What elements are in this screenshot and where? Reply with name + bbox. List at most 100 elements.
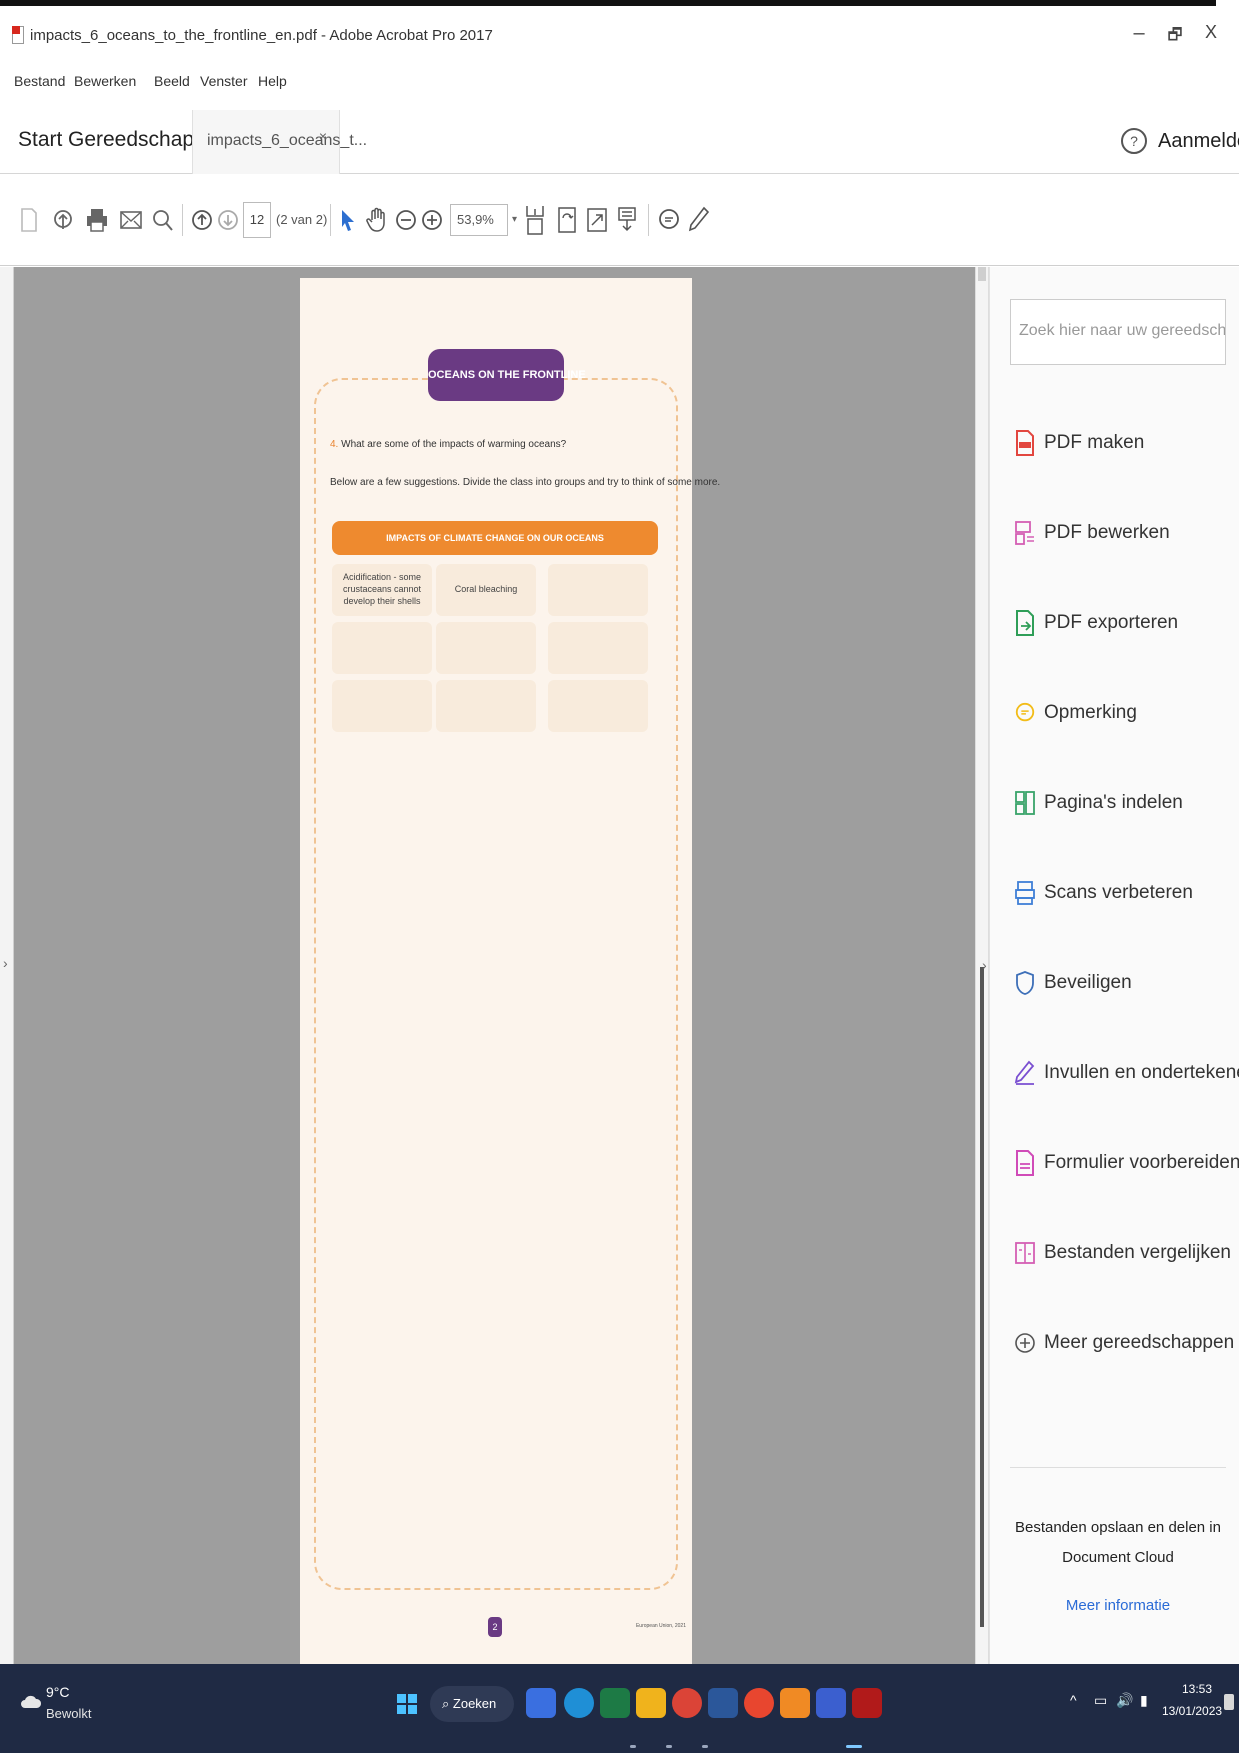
weather-cloud-icon[interactable] (20, 1692, 42, 1715)
rotate-page-icon[interactable] (554, 202, 580, 238)
menu-view[interactable]: Beeld (154, 73, 190, 89)
tool-label: PDF maken (1044, 432, 1145, 453)
network-icon[interactable]: ▭ (1094, 1692, 1107, 1709)
excel-icon[interactable] (600, 1688, 630, 1718)
minimize-button[interactable]: – (1124, 22, 1154, 45)
teams-chat-icon[interactable] (526, 1688, 556, 1718)
signin-button[interactable]: Aanmelden (1158, 130, 1239, 153)
tab-close-icon[interactable]: × (319, 128, 327, 144)
zoom-in-icon[interactable] (420, 202, 444, 238)
weather-condition: Bewolkt (46, 1706, 92, 1721)
start-button[interactable] (397, 1694, 417, 1714)
pdf-export-icon (1014, 608, 1036, 638)
document-cloud-text: Bestanden opslaan en delen in Document C… (1014, 1519, 1221, 1566)
menu-window[interactable]: Venster (200, 73, 247, 89)
scrollbar-top-handle[interactable] (978, 267, 986, 281)
page-down-icon[interactable] (216, 202, 240, 238)
table-cell (332, 622, 432, 674)
prepare-form-icon (1014, 1148, 1036, 1178)
app-icon[interactable] (816, 1688, 846, 1718)
zoom-dropdown-arrow[interactable]: ▾ (512, 214, 517, 225)
zoom-out-icon[interactable] (394, 202, 418, 238)
left-navigation-pane: › (0, 267, 14, 1664)
tool-organize-pages[interactable]: Pagina's indelen (1014, 783, 1183, 823)
pdf-edit-icon (1014, 518, 1036, 548)
taskbar-search[interactable]: ⌕ Zoeken (430, 1686, 514, 1722)
table-cell (548, 622, 648, 674)
notification-icon[interactable] (1224, 1694, 1234, 1710)
tab-document[interactable]: impacts_6_oceans_t... × (192, 110, 367, 174)
tool-pdf-edit[interactable]: PDF bewerken (1014, 513, 1170, 553)
scrollbar-thumb[interactable] (980, 967, 984, 1627)
intro-text: Below are a few suggestions. Divide the … (330, 477, 721, 488)
comment-tool-icon[interactable] (656, 202, 682, 238)
print-icon[interactable] (84, 202, 110, 238)
collapse-right-pane-icon[interactable]: › (982, 957, 987, 973)
battery-icon[interactable]: ▮ (1140, 1692, 1148, 1709)
table-cell: Coral bleaching (436, 564, 536, 616)
expand-left-pane-icon[interactable]: › (3, 955, 8, 971)
enhance-scans-icon (1014, 878, 1036, 908)
page-number-input[interactable]: 12 (243, 202, 271, 238)
tool-fill-sign[interactable]: Invullen en ondertekenen (1014, 1053, 1239, 1093)
tool-compare-files[interactable]: Bestanden vergelijken (1014, 1233, 1231, 1273)
tools-search-input[interactable]: Zoek hier naar uw gereedschappen (1010, 299, 1226, 365)
tool-comment[interactable]: Opmerking (1014, 693, 1137, 733)
volume-icon[interactable]: 🔊 (1116, 1692, 1133, 1709)
tool-more-tools[interactable]: Meer gereedschappen (1014, 1323, 1234, 1363)
document-viewport[interactable]: OCEANS ON THE FRONTLINE 4. What are some… (14, 267, 975, 1664)
table-cell (436, 680, 536, 732)
tool-label: PDF bewerken (1044, 522, 1170, 543)
zoom-level-select[interactable]: 53,9% (450, 204, 508, 236)
toolbar: 12 (2 van 2) 53,9% ▾ (0, 174, 1239, 266)
help-icon[interactable]: ? (1121, 128, 1147, 154)
acrobat-app-icon (12, 26, 24, 44)
file-explorer-icon[interactable] (636, 1688, 666, 1718)
chrome-icon[interactable] (672, 1688, 702, 1718)
pen-tool-icon[interactable] (686, 202, 712, 238)
upload-cloud-icon[interactable] (50, 202, 76, 238)
tool-label: Bestanden vergelijken (1044, 1242, 1231, 1263)
full-screen-icon[interactable] (584, 202, 610, 238)
hand-tool-icon[interactable] (364, 202, 390, 238)
organize-pages-icon (1014, 788, 1036, 818)
firefox-icon[interactable] (744, 1688, 774, 1718)
read-mode-icon[interactable] (614, 202, 640, 238)
page-up-icon[interactable] (190, 202, 214, 238)
clock-date[interactable]: 13/01/2023 (1162, 1704, 1222, 1718)
tool-enhance-scans[interactable]: Scans verbeteren (1014, 873, 1193, 913)
vlc-icon[interactable] (780, 1688, 810, 1718)
compare-files-icon (1014, 1238, 1036, 1268)
search-icon[interactable] (150, 202, 176, 238)
page-footer-text: European Union, 2021 (635, 1623, 686, 1629)
restore-button[interactable]: 🗗 (1160, 24, 1190, 51)
more-tools-icon (1014, 1328, 1036, 1358)
windows-taskbar: 9°C Bewolkt ⌕ Zoeken ^ ▭ 🔊 ▮ 13:53 13/01… (0, 1664, 1239, 1753)
tool-pdf-create[interactable]: PDF maken (1014, 423, 1144, 463)
tool-protect[interactable]: Beveiligen (1014, 963, 1132, 1003)
word-icon[interactable] (708, 1688, 738, 1718)
edge-icon[interactable] (564, 1688, 594, 1718)
page-count: (2 van 2) (276, 212, 328, 227)
fit-page-icon[interactable] (522, 202, 548, 238)
table-cell (332, 680, 432, 732)
question-label: What are some of the impacts of warming … (341, 439, 567, 450)
new-file-icon[interactable] (16, 202, 42, 238)
more-info-link[interactable]: Meer informatie (1006, 1597, 1230, 1614)
tab-home[interactable]: Start (18, 128, 62, 152)
tool-pdf-export[interactable]: PDF exporteren (1014, 603, 1178, 643)
menu-edit[interactable]: Bewerken (74, 73, 136, 89)
select-cursor-icon[interactable] (336, 202, 360, 238)
window-title: impacts_6_oceans_to_the_frontline_en.pdf… (30, 27, 493, 44)
menu-file[interactable]: Bestand (14, 73, 65, 89)
tool-label: Scans verbeteren (1044, 882, 1193, 903)
clock-time[interactable]: 13:53 (1182, 1682, 1212, 1696)
close-button[interactable]: X (1196, 22, 1226, 43)
tool-label: Invullen en ondertekenen (1044, 1062, 1239, 1083)
tool-prepare-form[interactable]: Formulier voorbereiden (1014, 1143, 1239, 1183)
menu-help[interactable]: Help (258, 73, 287, 89)
tray-overflow-icon[interactable]: ^ (1070, 1692, 1077, 1708)
mail-icon[interactable] (118, 202, 144, 238)
acrobat-taskbar-icon[interactable] (852, 1688, 882, 1718)
table-cell: Acidification - some crustaceans cannot … (332, 564, 432, 616)
